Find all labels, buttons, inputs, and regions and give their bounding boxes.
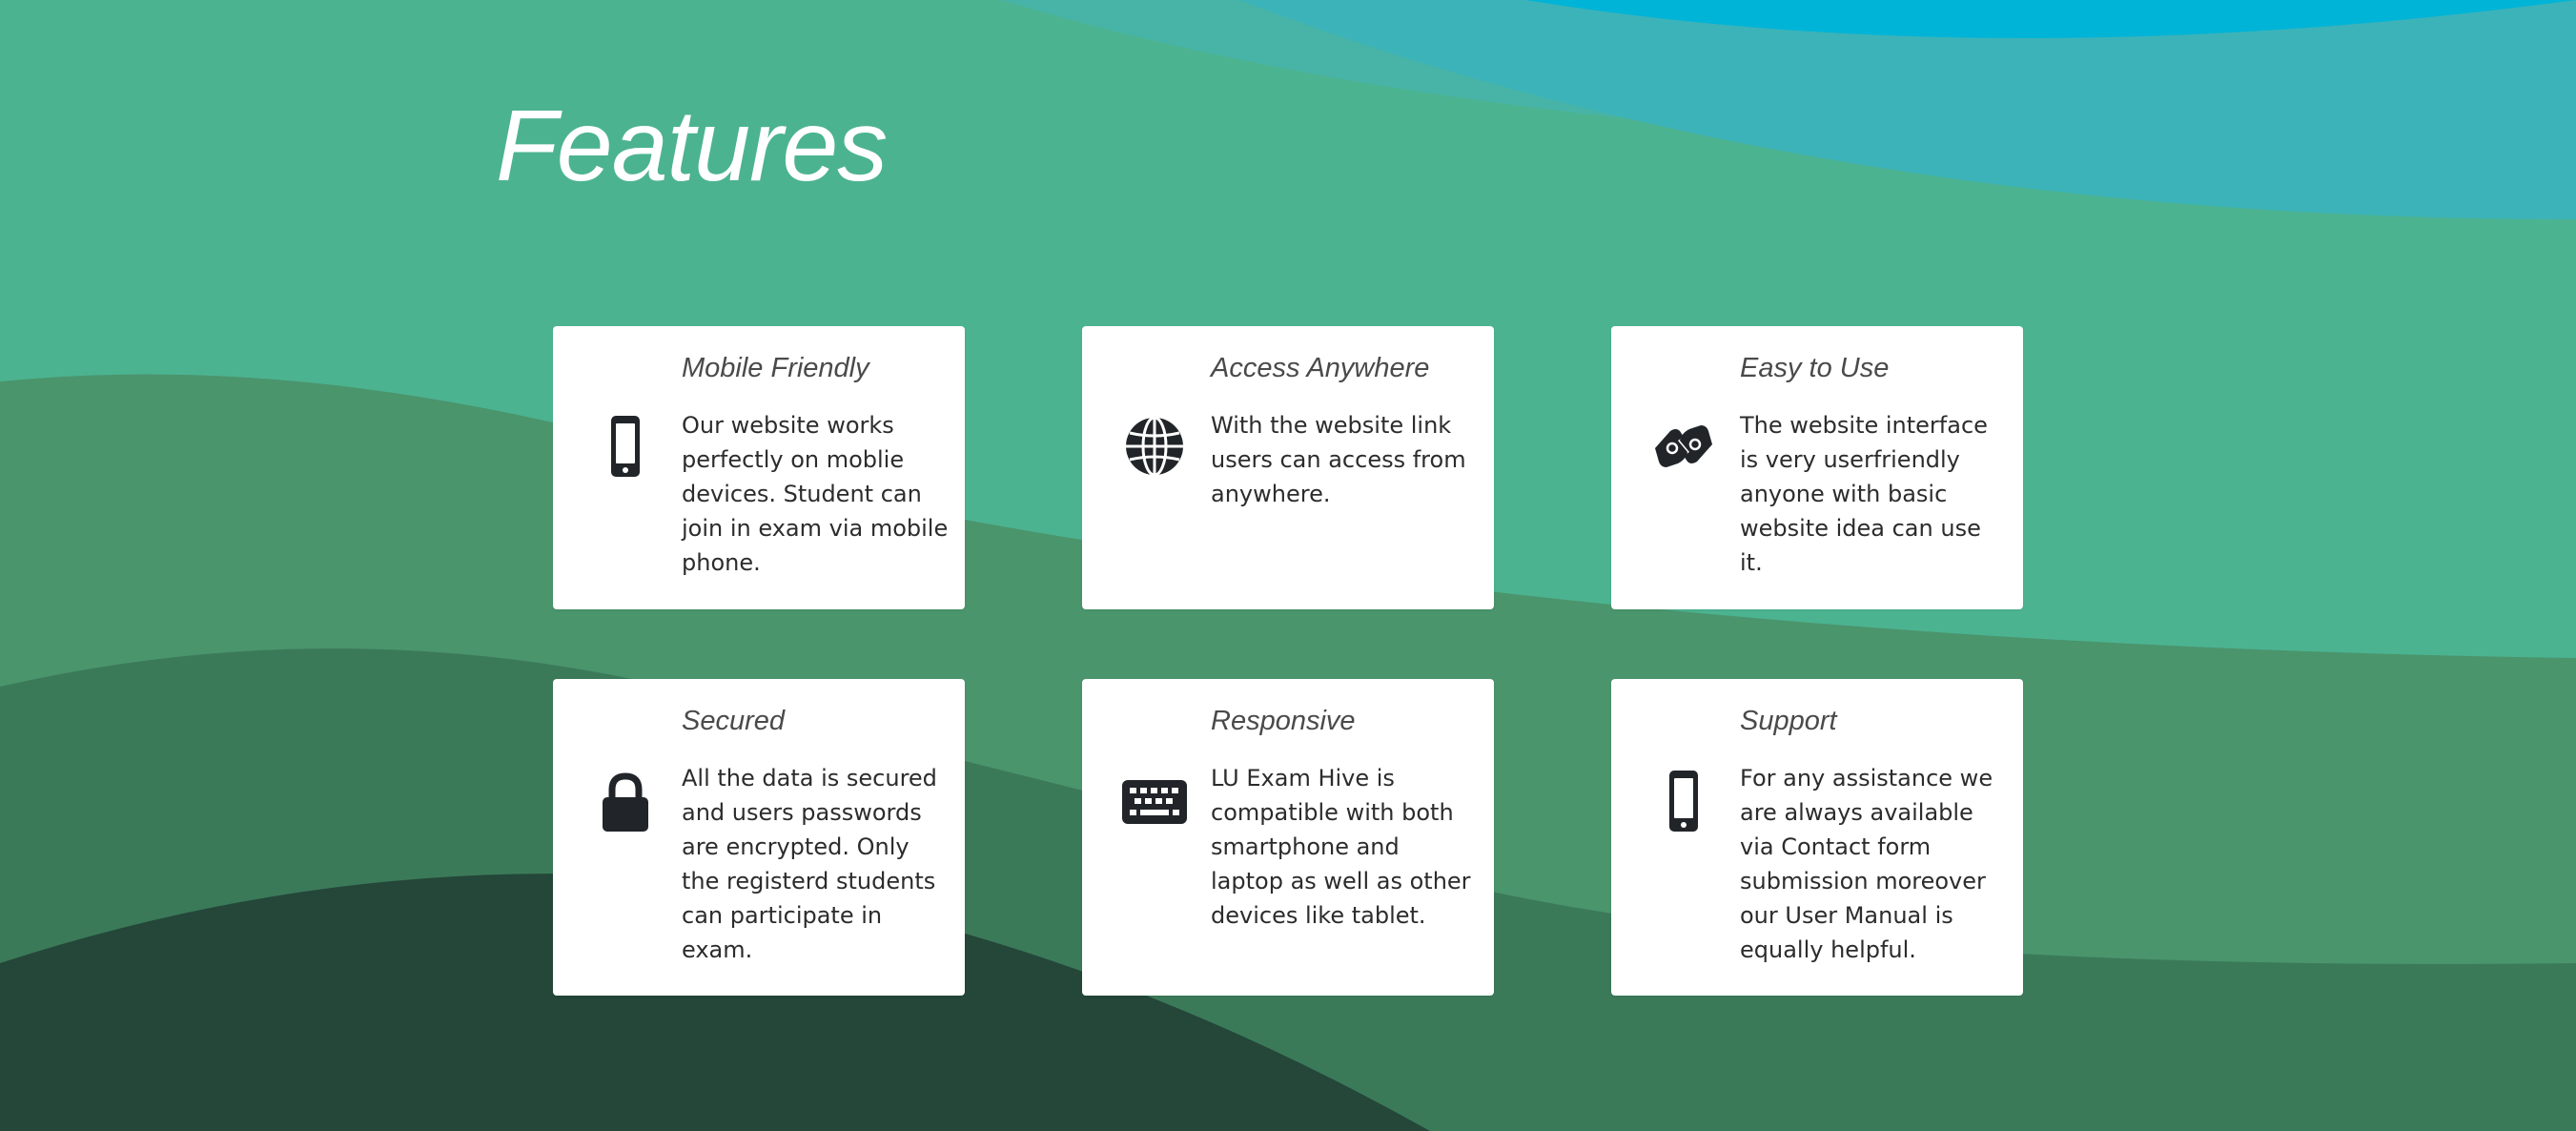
feature-description: With the website link users can access f… bbox=[1211, 412, 1466, 507]
feature-description: LU Exam Hive is compatible with both sma… bbox=[1211, 765, 1471, 929]
feature-description: The website interface is very userfriend… bbox=[1740, 412, 1988, 576]
feature-card-easy-to-use: Easy to Use The website interface is ver… bbox=[1611, 326, 2023, 609]
feature-description: Our website works perfectly on moblie de… bbox=[682, 412, 949, 576]
feature-card-mobile-friendly: Mobile Friendly Our website works perfec… bbox=[553, 326, 965, 609]
feature-title: Access Anywhere bbox=[1211, 353, 1430, 383]
keyboard-icon bbox=[1120, 767, 1189, 835]
feature-title: Responsive bbox=[1211, 706, 1356, 736]
section-title: Features bbox=[496, 90, 888, 202]
feature-title: Easy to Use bbox=[1740, 353, 1890, 383]
mobile-phone-icon bbox=[1649, 767, 1718, 835]
feature-card-responsive: Responsive LU Exam Hive is compatible wi… bbox=[1082, 679, 1494, 996]
globe-icon bbox=[1120, 412, 1189, 481]
feature-title: Secured bbox=[682, 706, 786, 736]
feature-card-secured: Secured All the data is secured and user… bbox=[553, 679, 965, 996]
feature-description: For any assistance we are always availab… bbox=[1740, 765, 1993, 963]
feature-card-access-anywhere: Access Anywhere With the website link us… bbox=[1082, 326, 1494, 609]
feature-description: All the data is secured and users passwo… bbox=[682, 765, 937, 963]
mobile-phone-icon bbox=[591, 412, 660, 481]
feature-title: Support bbox=[1740, 706, 1837, 736]
lock-icon bbox=[591, 767, 660, 835]
sign-language-hands-icon bbox=[1649, 412, 1718, 481]
feature-title: Mobile Friendly bbox=[682, 353, 869, 383]
feature-card-support: Support For any assistance we are always… bbox=[1611, 679, 2023, 996]
